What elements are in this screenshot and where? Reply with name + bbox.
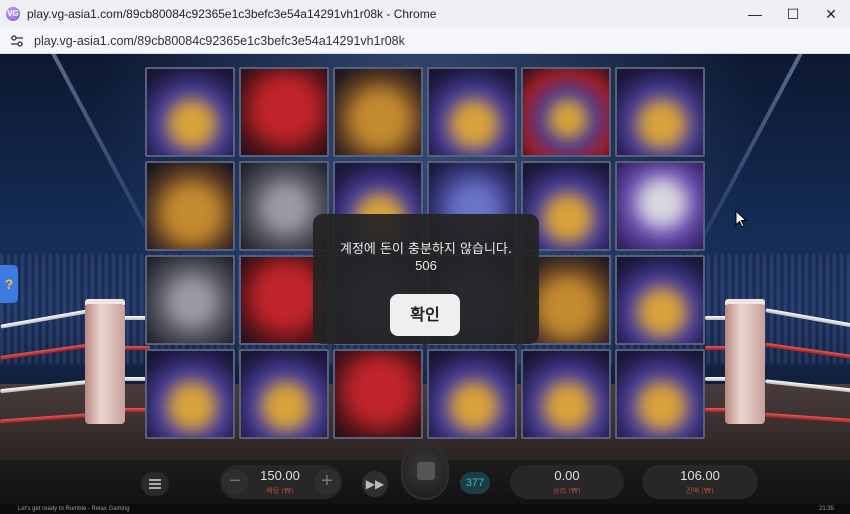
reel-symbol — [335, 351, 421, 437]
turbo-button[interactable]: ▶▶ — [362, 471, 388, 497]
reel-cell — [521, 349, 611, 439]
bet-increase-button[interactable]: + — [314, 469, 340, 495]
menu-icon — [149, 479, 161, 481]
menu-button[interactable] — [141, 472, 169, 496]
dialog-error-code: 506 — [415, 258, 437, 273]
maximize-button[interactable]: ☐ — [774, 0, 812, 28]
clock-time: 21:35 — [818, 506, 834, 512]
balance-label: 잔액 (₩) — [686, 487, 714, 495]
insufficient-funds-dialog: 계정에 돈이 충분하지 않습니다. 506 확인 — [313, 214, 539, 344]
reel-symbol — [617, 69, 703, 155]
autoplay-count[interactable]: 377 — [460, 472, 490, 494]
reel-symbol — [429, 69, 515, 155]
reel-symbol — [147, 163, 233, 249]
window-titlebar: VG play.vg-asia1.com/89cb80084c92365e1c3… — [0, 0, 850, 28]
address-bar: play.vg-asia1.com/89cb80084c92365e1c3bef… — [0, 28, 850, 54]
reel-symbol — [335, 69, 421, 155]
reel-symbol — [147, 257, 233, 343]
reel-symbol — [617, 163, 703, 249]
reel-cell — [145, 349, 235, 439]
win-value: 0.00 — [554, 468, 580, 483]
reel-symbol — [429, 351, 515, 437]
reel-cell — [615, 67, 705, 157]
reel-symbol — [241, 69, 327, 155]
reel-symbol — [617, 257, 703, 343]
bet-decrease-button[interactable]: − — [222, 469, 248, 495]
bet-label: 베팅 (₩) — [266, 487, 294, 495]
reel-cell — [615, 161, 705, 251]
reel-cell — [145, 67, 235, 157]
ring-corner-post-left — [85, 304, 125, 424]
site-settings-icon[interactable] — [10, 34, 24, 48]
mouse-cursor-icon — [735, 210, 747, 228]
spin-button[interactable] — [401, 444, 449, 500]
stop-icon — [417, 462, 435, 480]
reel-symbol — [617, 351, 703, 437]
win-label: 승리 (₩) — [553, 487, 581, 495]
reel-cell — [427, 349, 517, 439]
reel-cell — [521, 67, 611, 157]
balance-value: 106.00 — [680, 468, 720, 483]
reel-symbol — [241, 351, 327, 437]
window-title: play.vg-asia1.com/89cb80084c92365e1c3bef… — [27, 7, 437, 21]
control-bar: − 150.00 베팅 (₩) + ▶▶ 377 0.00 승리 (₩) 106… — [0, 444, 850, 504]
dialog-message: 계정에 돈이 충분하지 않습니다. — [339, 242, 512, 257]
reel-cell — [333, 67, 423, 157]
menu-icon — [149, 487, 161, 489]
bet-value: 150.00 — [260, 468, 300, 483]
reel-cell — [145, 161, 235, 251]
reel-cell — [239, 67, 329, 157]
minimize-button[interactable]: — — [736, 0, 774, 28]
reel-cell — [615, 349, 705, 439]
help-tab[interactable]: ? — [0, 265, 18, 303]
reel-symbol — [523, 69, 609, 155]
reel-cell — [333, 349, 423, 439]
reel-cell — [145, 255, 235, 345]
ring-corner-post-right — [725, 304, 765, 424]
confirm-button[interactable]: 확인 — [390, 294, 460, 336]
window-controls: — ☐ ✕ — [736, 0, 850, 28]
reel-symbol — [523, 351, 609, 437]
url-text[interactable]: play.vg-asia1.com/89cb80084c92365e1c3bef… — [34, 34, 405, 48]
site-favicon-icon: VG — [6, 7, 20, 21]
reel-cell — [239, 349, 329, 439]
game-viewport[interactable]: 계정에 돈이 충분하지 않습니다. 506 확인 ? − 150.00 베팅 (… — [0, 54, 850, 514]
reel-symbol — [147, 69, 233, 155]
menu-icon — [149, 483, 161, 485]
reel-symbol — [147, 351, 233, 437]
reel-cell — [427, 67, 517, 157]
close-button[interactable]: ✕ — [812, 0, 850, 28]
reel-cell — [615, 255, 705, 345]
game-name: Let's get ready to Rumble - Relax Gaming — [18, 506, 130, 512]
game-footer: Let's get ready to Rumble - Relax Gaming… — [0, 504, 850, 514]
